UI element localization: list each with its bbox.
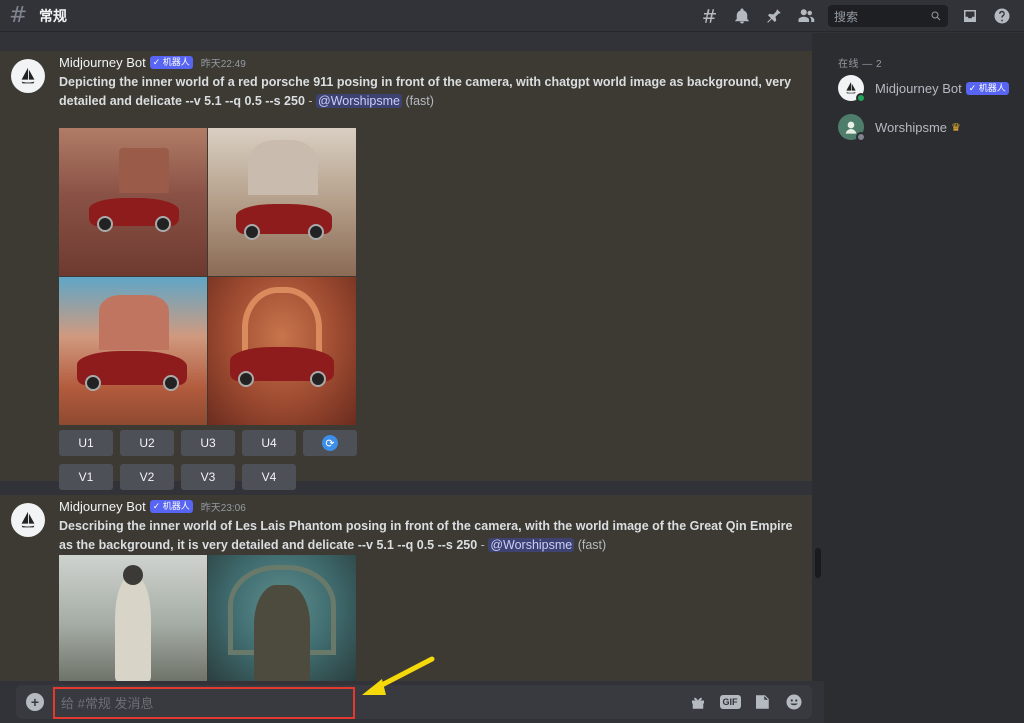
help-icon[interactable] <box>986 0 1018 32</box>
prompt-text: Describing the inner world of Les Lais P… <box>59 519 793 552</box>
search-placeholder: 搜索 <box>834 9 859 24</box>
annotation-arrow-icon <box>362 656 435 695</box>
gift-icon[interactable] <box>686 690 710 714</box>
message: Midjourney Bot ✓ 机器人 昨天23:06 Describing … <box>0 495 812 681</box>
member-name: Midjourney Bot <box>875 80 962 96</box>
u2-button[interactable]: U2 <box>120 430 174 456</box>
v3-button[interactable]: V3 <box>181 464 235 490</box>
v1-button[interactable]: V1 <box>59 464 113 490</box>
reroll-button[interactable]: ⟳ <box>303 430 357 456</box>
image-grid[interactable] <box>59 555 357 681</box>
avatar <box>838 114 866 142</box>
threads-icon[interactable] <box>694 0 726 32</box>
avatar[interactable] <box>11 59 45 93</box>
inbox-icon[interactable] <box>954 0 986 32</box>
channel-title: 常规 <box>39 7 67 24</box>
generated-image[interactable] <box>208 277 356 425</box>
message-content: Describing the inner world of Les Lais P… <box>59 519 793 552</box>
variation-buttons: V1 V2 V3 V4 <box>59 464 303 490</box>
online-heading: 在线 — 2 <box>838 59 883 70</box>
message-list[interactable]: Midjourney Bot ✓ 机器人 昨天22:49 Depicting t… <box>0 33 812 681</box>
timestamp: 昨天22:49 <box>200 59 246 70</box>
search-input[interactable]: 搜索 <box>828 5 948 27</box>
status-dot <box>856 132 866 142</box>
bot-tag: ✓ 机器人 <box>149 500 193 513</box>
generated-image[interactable] <box>59 555 207 681</box>
pin-icon[interactable] <box>758 0 790 32</box>
message-header: Midjourney Bot ✓ 机器人 昨天23:06 <box>59 499 246 514</box>
image-grid[interactable] <box>59 128 357 425</box>
generated-image[interactable] <box>59 277 207 425</box>
generated-image[interactable] <box>208 128 356 276</box>
attach-plus-icon[interactable]: + <box>26 693 44 711</box>
sticker-icon[interactable] <box>750 690 774 714</box>
gif-label: GIF <box>719 695 741 709</box>
scrollbar-thumb[interactable] <box>815 548 821 578</box>
notification-bell-icon[interactable] <box>726 0 758 32</box>
message-input-highlight <box>53 687 355 719</box>
mode-label: (fast) <box>405 94 434 108</box>
composer-actions: GIF <box>678 690 806 714</box>
author-name[interactable]: Midjourney Bot <box>59 55 146 70</box>
scrollbar[interactable] <box>812 33 824 681</box>
generated-image[interactable] <box>208 555 356 681</box>
message-input[interactable] <box>61 695 353 711</box>
avatar <box>838 75 866 103</box>
member-list-icon[interactable] <box>790 0 822 32</box>
gif-button[interactable]: GIF <box>718 690 742 714</box>
message-header: Midjourney Bot ✓ 机器人 昨天22:49 <box>59 55 246 70</box>
crown-icon: ♛ <box>951 120 961 134</box>
bot-tag: ✓ 机器人 <box>149 56 193 69</box>
user-mention[interactable]: @Worshipsme <box>488 538 575 552</box>
message-content: Depicting the inner world of a red porsc… <box>59 75 792 108</box>
header-toolbar: 搜索 <box>694 0 1018 32</box>
user-mention[interactable]: @Worshipsme <box>316 94 402 108</box>
online-status-dot <box>856 93 866 103</box>
generated-image[interactable] <box>59 128 207 276</box>
message: Midjourney Bot ✓ 机器人 昨天22:49 Depicting t… <box>0 51 812 490</box>
u4-button[interactable]: U4 <box>242 430 296 456</box>
upscale-buttons: U1 U2 U3 U4 ⟳ <box>59 430 364 456</box>
u3-button[interactable]: U3 <box>181 430 235 456</box>
member-list: 在线 — 2 Midjourney Bot ✓ 机器人 Worshipsme ♛ <box>824 33 1024 723</box>
midjourney-sailboat-icon <box>21 511 35 528</box>
member-name: Worshipsme <box>875 119 948 135</box>
mode-label: (fast) <box>577 538 607 552</box>
bot-tag: ✓ 机器人 <box>965 81 1009 95</box>
timestamp: 昨天23:06 <box>200 503 246 514</box>
discord-window: # 常规 搜索 Midjourney Bot ✓ 机器人 昨天22:49 Dep… <box>0 0 1024 723</box>
u1-button[interactable]: U1 <box>59 430 113 456</box>
avatar[interactable] <box>11 503 45 537</box>
channel-hash-icon: # <box>9 2 28 28</box>
emoji-icon[interactable] <box>782 690 806 714</box>
search-icon <box>931 11 941 21</box>
v2-button[interactable]: V2 <box>120 464 174 490</box>
member-item[interactable]: Midjourney Bot ✓ 机器人 <box>838 75 1009 103</box>
channel-header: # 常规 搜索 <box>0 0 1024 32</box>
author-name[interactable]: Midjourney Bot <box>59 499 146 514</box>
midjourney-sailboat-icon <box>21 67 35 84</box>
refresh-icon: ⟳ <box>322 435 338 451</box>
v4-button[interactable]: V4 <box>242 464 296 490</box>
member-item[interactable]: Worshipsme ♛ <box>838 114 961 142</box>
